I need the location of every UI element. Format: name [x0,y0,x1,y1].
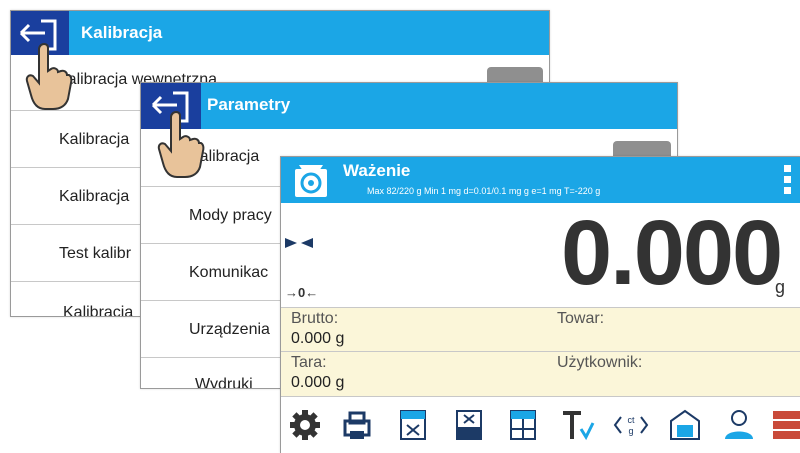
list-item-label: Kalibracja [63,304,134,317]
stability-icon [285,238,313,248]
database-icon [773,411,800,439]
info-panel: Brutto: 0.000 g Tara: 0.000 g Towar: Uży… [281,307,800,397]
scale-icon [295,165,327,197]
weighing-window: Ważenie Max 82/220 g Min 1 mg d=0.01/0.1… [280,156,800,453]
unit-switch-icon: ct g [613,415,649,436]
hand-pointer-icon [25,43,73,110]
list-item-label: Urządzenia [189,321,270,338]
calibration-titlebar: Kalibracja [11,11,549,55]
weighing-titlebar: Ważenie Max 82/220 g Min 1 mg d=0.01/0.1… [281,157,800,203]
weight-value: 0.000 [561,202,783,304]
print-button[interactable] [337,405,377,445]
list-item-label: Mody pracy [189,207,272,224]
tare-check-icon [563,411,595,441]
tare-icon [400,410,426,440]
toolbar: ct g [281,397,800,453]
list-item-label: Komunikac [189,264,269,281]
parameters-titlebar: Parametry [141,83,677,129]
weight-unit: g [775,277,786,297]
list-item-label: Wydruki [195,376,253,389]
tare-select-icon [510,410,536,440]
zero-indicator: →0← [285,285,319,300]
tare-set-icon [456,410,482,440]
brutto-value: 0.000 g [291,330,345,347]
unit-switch-button[interactable]: ct g [611,405,651,445]
settings-button[interactable] [285,405,325,445]
tara-value: 0.000 g [291,374,345,391]
database-button[interactable] [769,405,800,445]
tare-select-button[interactable] [503,405,543,445]
product-label: Towar: [557,310,605,327]
svg-text:ct: ct [627,415,635,425]
printer-icon [343,411,371,439]
gear-icon [290,410,320,440]
info-divider [281,351,800,352]
list-item-label: Kalibracja [59,131,130,148]
menu-button[interactable] [781,163,793,199]
window-title: Kalibracja [81,23,163,42]
brutto-label: Brutto: [291,310,339,327]
window-title: Ważenie [343,161,411,180]
list-item-label: Test kalibr [59,245,132,262]
product-icon [670,409,700,440]
user-icon [725,410,753,439]
scale-specs: Max 82/220 g Min 1 mg d=0.01/0.1 mg g e=… [367,186,601,196]
list-item-label: Kalibracja [59,188,130,205]
tare-button[interactable] [393,405,433,445]
product-button[interactable] [665,405,705,445]
window-title: Parametry [207,95,291,114]
user-button[interactable] [719,405,759,445]
hand-pointer-icon [157,111,205,178]
tare-check-button[interactable] [557,405,597,445]
tare-set-button[interactable] [449,405,489,445]
tara-label: Tara: [291,354,327,371]
user-label: Użytkownik: [557,354,643,371]
svg-text:g: g [628,426,633,436]
